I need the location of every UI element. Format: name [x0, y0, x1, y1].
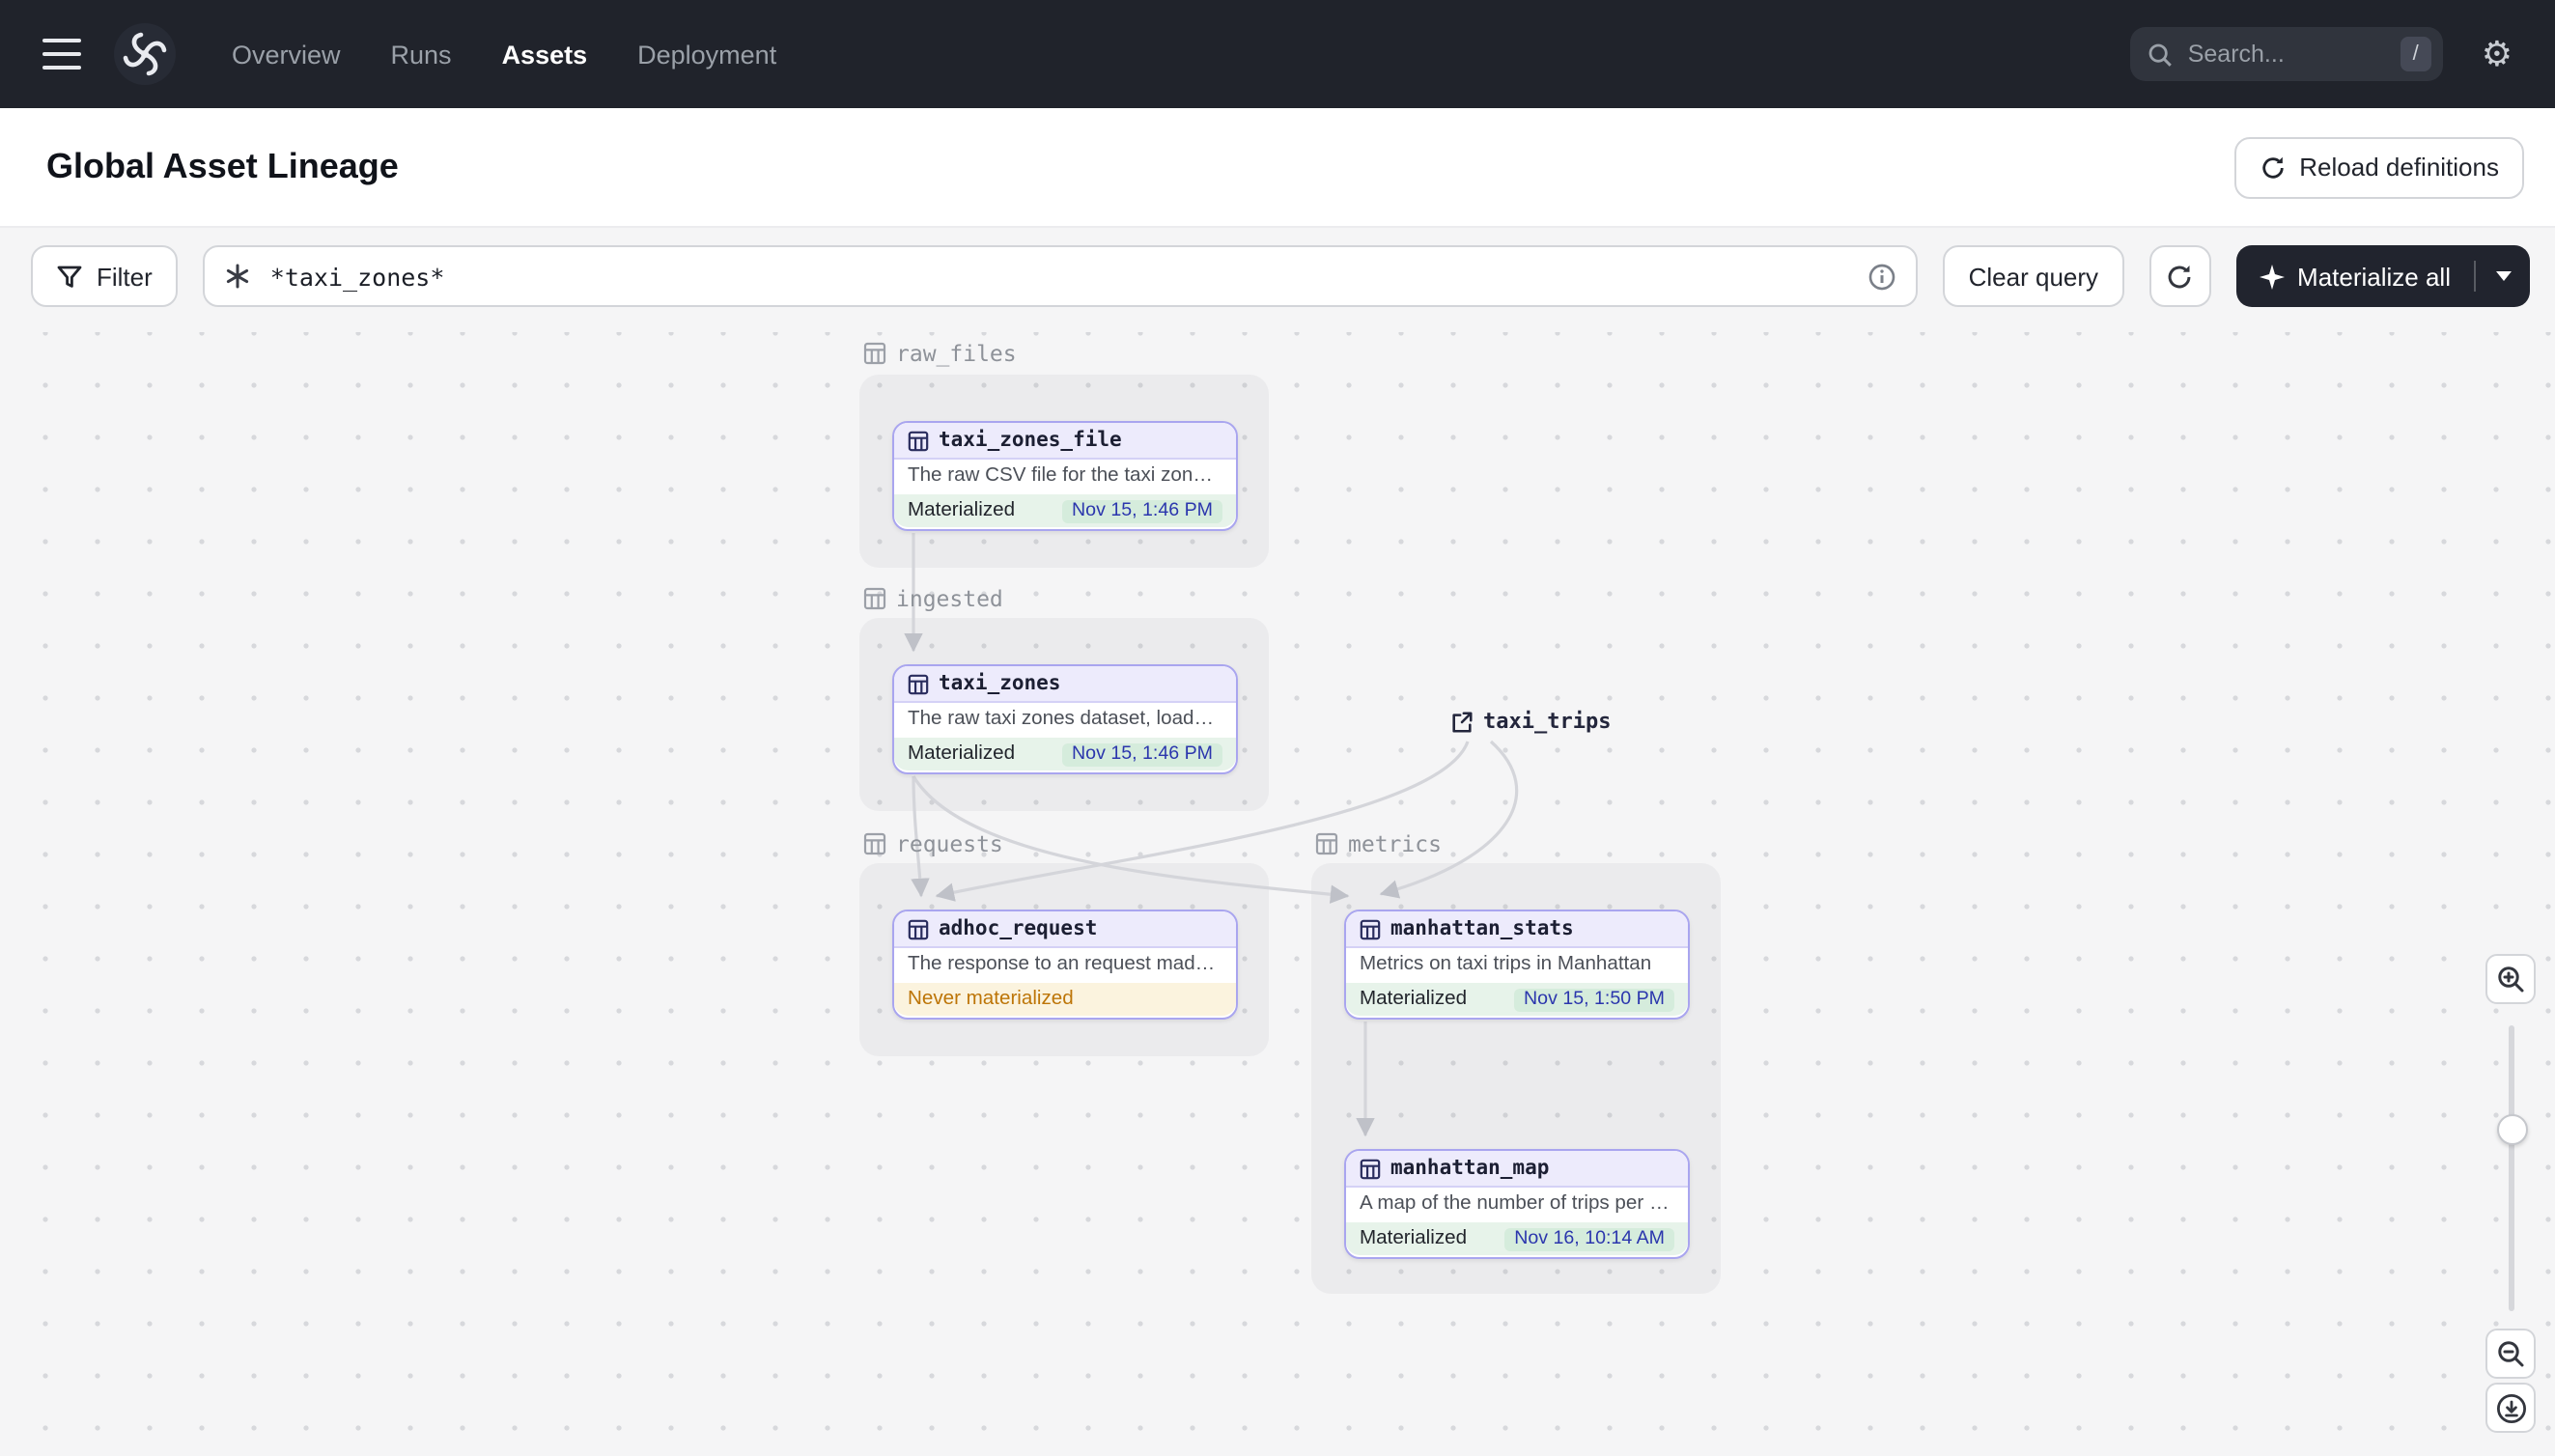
refresh-icon	[2261, 155, 2283, 178]
filter-label: Filter	[97, 262, 153, 291]
zoom-out-button[interactable]	[2485, 1329, 2536, 1379]
global-search[interactable]: /	[2129, 27, 2443, 81]
table-icon	[863, 832, 886, 855]
dagster-app: Overview Runs Assets Deployment / ⚙ Glob…	[0, 0, 2555, 1456]
asset-selection-input-wrap[interactable]	[202, 245, 1919, 307]
group-label-ingested[interactable]: ingested	[863, 585, 1003, 612]
group-label-requests[interactable]: requests	[863, 830, 1003, 857]
zoom-slider-track[interactable]	[2508, 1025, 2513, 1311]
download-icon	[2495, 1392, 2526, 1423]
asset-description: The raw CSV file for the taxi zones dat.…	[908, 465, 1236, 487]
search-input[interactable]	[2183, 39, 2389, 70]
zoom-slider-handle[interactable]	[2497, 1114, 2528, 1145]
group-name: requests	[896, 830, 1003, 857]
search-shortcut-badge: /	[2400, 37, 2431, 71]
zoom-in-icon	[2498, 966, 2524, 993]
asset-name: taxi_zones	[939, 672, 1061, 695]
materialize-all-split-button: Materialize all	[2235, 245, 2530, 307]
materialize-all-button[interactable]: Materialize all	[2235, 245, 2474, 307]
asset-description: A map of the number of trips per taxi z.…	[1360, 1193, 1688, 1215]
asset-name: manhattan_stats	[1390, 917, 1574, 940]
group-name: metrics	[1348, 830, 1442, 857]
group-label-metrics[interactable]: metrics	[1315, 830, 1442, 857]
nav-item-assets[interactable]: Assets	[502, 40, 588, 69]
asset-name: manhattan_map	[1390, 1157, 1550, 1180]
filter-funnel-icon	[57, 265, 82, 287]
settings-gear-icon[interactable]: ⚙	[2482, 37, 2513, 71]
asset-status-row: Never materialized	[894, 983, 1236, 1016]
refresh-icon	[2168, 265, 2191, 288]
nav-item-overview[interactable]: Overview	[232, 40, 341, 69]
asset-status-row: Materialized Nov 15, 1:46 PM	[894, 738, 1236, 770]
lineage-edges	[904, 533, 1519, 1137]
status-label: Materialized	[1360, 1228, 1468, 1249]
group-label-raw_files[interactable]: raw_files	[863, 340, 1017, 367]
page-title: Global Asset Lineage	[46, 147, 399, 185]
reload-definitions-button[interactable]: Reload definitions	[2233, 136, 2524, 198]
reload-definitions-label: Reload definitions	[2299, 153, 2499, 182]
dagster-logo-icon[interactable]	[112, 21, 178, 87]
status-timestamp[interactable]: Nov 16, 10:14 AM	[1504, 1227, 1674, 1250]
nav-item-deployment[interactable]: Deployment	[637, 40, 776, 69]
asset-node-manhattan_stats[interactable]: manhattan_stats Metrics on taxi trips in…	[1344, 910, 1690, 1020]
materialize-all-label: Materialize all	[2297, 262, 2451, 291]
table-icon	[863, 342, 886, 365]
status-label: Materialized	[908, 500, 1016, 521]
search-icon	[2148, 42, 2172, 66]
table-icon	[1360, 918, 1381, 939]
status-timestamp[interactable]: Nov 15, 1:46 PM	[1062, 499, 1222, 522]
top-navbar: Overview Runs Assets Deployment / ⚙	[0, 0, 2555, 108]
filter-button[interactable]: Filter	[31, 245, 178, 307]
asset-node-taxi_zones_file[interactable]: taxi_zones_file The raw CSV file for the…	[892, 421, 1238, 531]
download-image-button[interactable]	[2485, 1383, 2536, 1433]
lineage-canvas[interactable]: raw_files ingested requests metrics taxi…	[0, 332, 2555, 1456]
asset-status-row: Materialized Nov 15, 1:50 PM	[1346, 983, 1688, 1016]
info-icon[interactable]	[1868, 262, 1897, 291]
page-header: Global Asset Lineage Reload definitions	[0, 108, 2555, 228]
asset-description: The raw taxi zones dataset, loaded int..…	[908, 709, 1236, 730]
asset-description: The response to an request made in th...	[908, 954, 1236, 975]
zoom-out-icon	[2498, 1341, 2524, 1367]
lineage-toolbar: Filter Clear query	[31, 245, 2530, 307]
refresh-graph-button[interactable]	[2148, 245, 2211, 307]
asset-node-taxi_zones[interactable]: taxi_zones The raw taxi zones dataset, l…	[892, 664, 1238, 774]
nav-links: Overview Runs Assets Deployment	[232, 40, 776, 69]
status-label: Materialized	[908, 743, 1016, 765]
open-in-new-icon	[1452, 711, 1473, 732]
table-icon	[908, 673, 929, 694]
asset-status-row: Materialized Nov 15, 1:46 PM	[894, 494, 1236, 527]
table-icon	[908, 918, 929, 939]
menu-icon[interactable]	[42, 39, 81, 70]
status-label: Never materialized	[908, 989, 1074, 1010]
table-icon	[1360, 1158, 1381, 1179]
group-name: ingested	[896, 585, 1003, 612]
status-label: Materialized	[1360, 989, 1468, 1010]
nav-item-runs[interactable]: Runs	[391, 40, 452, 69]
sparkle-icon	[2259, 264, 2285, 289]
asset-description: Metrics on taxi trips in Manhattan	[1360, 954, 1652, 975]
clear-query-button[interactable]: Clear query	[1943, 245, 2124, 307]
asset-node-manhattan_map[interactable]: manhattan_map A map of the number of tri…	[1344, 1149, 1690, 1259]
group-name: raw_files	[896, 340, 1017, 367]
zoom-in-button[interactable]	[2485, 954, 2536, 1004]
external-asset-name: taxi_trips	[1483, 709, 1612, 734]
asset-name: adhoc_request	[939, 917, 1098, 940]
external-asset-taxi_trips[interactable]: taxi_trips	[1450, 709, 1611, 734]
table-icon	[1315, 832, 1338, 855]
materialize-dropdown-button[interactable]	[2476, 245, 2530, 307]
chevron-down-icon	[2495, 271, 2511, 281]
table-icon	[863, 587, 886, 610]
asset-name: taxi_zones_file	[939, 429, 1122, 452]
asset-selection-input[interactable]	[266, 260, 1853, 293]
clear-query-label: Clear query	[1968, 262, 2099, 291]
asset-status-row: Materialized Nov 16, 10:14 AM	[1346, 1222, 1688, 1255]
asset-node-adhoc_request[interactable]: adhoc_request The response to an request…	[892, 910, 1238, 1020]
status-timestamp[interactable]: Nov 15, 1:46 PM	[1062, 742, 1222, 766]
asset-selection-icon	[226, 264, 248, 289]
status-timestamp[interactable]: Nov 15, 1:50 PM	[1514, 988, 1674, 1011]
table-icon	[908, 430, 929, 451]
